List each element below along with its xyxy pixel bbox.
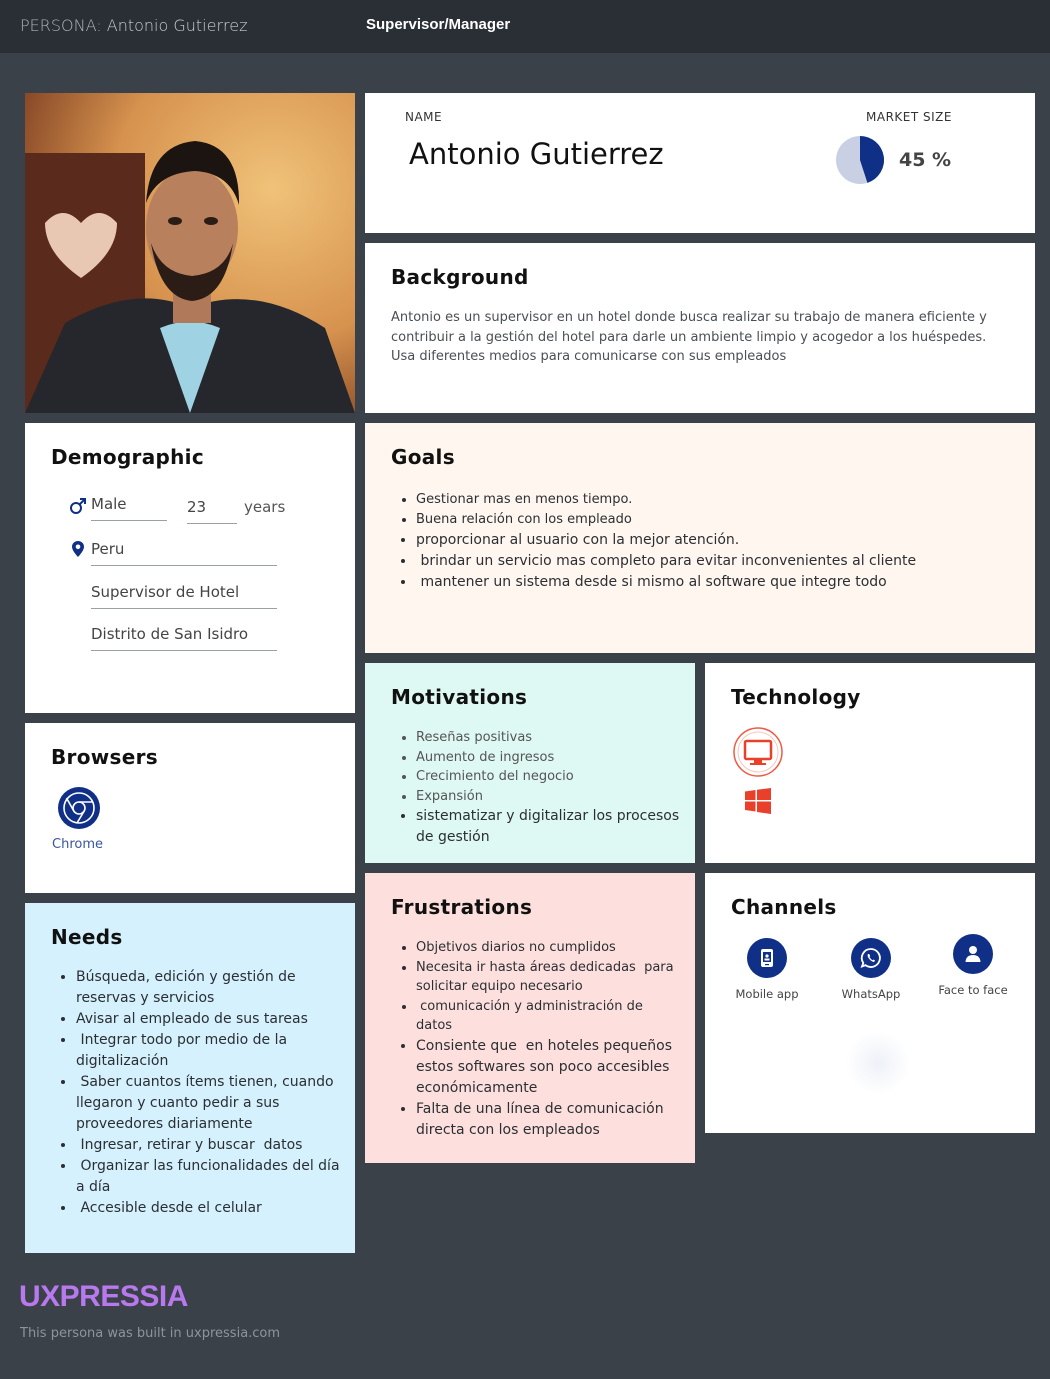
needs-title: Needs: [51, 925, 123, 949]
browser-chrome-label: Chrome: [52, 837, 103, 852]
list-item: Avisar al empleado de sus tareas: [76, 1009, 347, 1030]
list-item: brindar un servicio mas completo para ev…: [416, 551, 1011, 572]
list-item: sistematizar y digitalizar los procesos …: [416, 806, 681, 848]
list-item: Expansión: [416, 787, 681, 807]
demographic-card: Demographic Male 23 years Peru Superviso…: [25, 423, 355, 713]
persona-role: Supervisor/Manager: [366, 16, 511, 33]
list-item: Reseñas positivas: [416, 728, 681, 748]
list-item: comunicación y administración de datos: [416, 997, 681, 1036]
channel-label: Mobile app: [735, 987, 799, 1001]
market-size-label: MARKET SIZE: [866, 110, 952, 124]
channel-label: Face to face: [938, 983, 1008, 997]
background-title: Background: [391, 265, 529, 289]
uxpressia-logo[interactable]: UXPRESSIA: [19, 1280, 188, 1314]
motivations-list: Reseñas positivas Aumento de ingresos Cr…: [391, 728, 681, 848]
frustrations-title: Frustrations: [391, 895, 533, 919]
list-item: Crecimiento del negocio: [416, 767, 681, 787]
channel-face-to-face: Face to face: [928, 934, 1018, 997]
district-field[interactable]: Distrito de San Isidro: [91, 625, 277, 651]
motivations-title: Motivations: [391, 685, 528, 709]
background-text: Antonio es un supervisor en un hotel don…: [391, 310, 987, 364]
age-unit: years: [244, 498, 286, 516]
technology-title: Technology: [731, 685, 861, 709]
list-item: Aumento de ingresos: [416, 748, 681, 768]
location-pin-icon: [71, 540, 85, 562]
background-card: Background Antonio es un supervisor en u…: [365, 243, 1035, 413]
occupation-field[interactable]: Supervisor de Hotel: [91, 583, 277, 609]
list-item: Integrar todo por medio de la digitaliza…: [76, 1030, 347, 1072]
decorative-blur: [843, 1033, 913, 1093]
windows-icon: [744, 787, 772, 819]
name-card: NAME Antonio Gutierrez MARKET SIZE 45 %: [365, 93, 1035, 233]
list-item: Gestionar mas en menos tiempo.: [416, 490, 1011, 510]
list-item: Accesible desde el celular: [76, 1198, 347, 1219]
list-item: Organizar las funcionalidades del día a …: [76, 1156, 347, 1198]
list-item: Saber cuantos ítems tienen, cuando llega…: [76, 1072, 347, 1135]
list-item: Buena relación con los empleado: [416, 510, 1011, 530]
age-field[interactable]: 23: [187, 498, 237, 524]
market-size-value: 45 %: [899, 149, 952, 171]
gender-field[interactable]: Male: [91, 495, 167, 521]
persona-photo: [25, 93, 355, 413]
list-item: Ingresar, retirar y buscar datos: [76, 1135, 347, 1156]
list-item: Objetivos diarios no cumplidos: [416, 938, 681, 958]
persona-name: Antonio Gutierrez: [106, 16, 248, 35]
motivations-card: Motivations Reseñas positivas Aumento de…: [365, 663, 695, 863]
list-item: Consiente que en hoteles pequeños estos …: [416, 1036, 681, 1099]
frustrations-list: Objetivos diarios no cumplidos Necesita …: [391, 938, 681, 1141]
list-item: Necesita ir hasta áreas dedicadas para s…: [416, 958, 681, 997]
persona-title: PERSONA: Antonio Gutierrez: [20, 16, 248, 35]
name-label: NAME: [405, 110, 443, 124]
whatsapp-icon: [851, 938, 891, 978]
needs-card: Needs Búsqueda, edición y gestión de res…: [25, 903, 355, 1253]
browsers-card: Browsers Chrome: [25, 723, 355, 893]
list-item: proporcionar al usuario con la mejor ate…: [416, 530, 1011, 551]
market-size-pie-chart: [836, 136, 885, 184]
list-item: Búsqueda, edición y gestión de reservas …: [76, 967, 347, 1009]
goals-title: Goals: [391, 445, 455, 469]
needs-list: Búsqueda, edición y gestión de reservas …: [51, 967, 347, 1219]
channels-title: Channels: [731, 895, 837, 919]
persona-full-name: Antonio Gutierrez: [409, 137, 664, 171]
technology-card: Technology: [705, 663, 1035, 863]
channel-mobile-app: Mobile app: [722, 938, 812, 1001]
person-icon: [953, 934, 993, 974]
channel-label: WhatsApp: [841, 987, 901, 1001]
list-item: Falta de una línea de comunicación direc…: [416, 1099, 681, 1141]
channel-whatsapp: WhatsApp: [826, 938, 916, 1001]
persona-prefix: PERSONA:: [20, 16, 102, 35]
goals-card: Goals Gestionar mas en menos tiempo. Bue…: [365, 423, 1035, 653]
desktop-icon: [733, 727, 783, 781]
chrome-icon: [58, 787, 100, 833]
frustrations-card: Frustrations Objetivos diarios no cumpli…: [365, 873, 695, 1163]
browsers-title: Browsers: [51, 745, 158, 769]
location-field[interactable]: Peru: [91, 540, 277, 566]
goals-list: Gestionar mas en menos tiempo. Buena rel…: [391, 490, 1011, 593]
list-item: mantener un sistema desde si mismo al so…: [416, 572, 1011, 593]
male-icon: [69, 497, 87, 519]
footer-note: This persona was built in uxpressia.com: [20, 1326, 281, 1341]
demographic-title: Demographic: [51, 445, 204, 469]
channels-card: Channels Mobile app WhatsApp Face to fac…: [705, 873, 1035, 1133]
mobile-app-icon: [747, 938, 787, 978]
top-bar: PERSONA: Antonio Gutierrez Supervisor/Ma…: [0, 0, 1050, 53]
